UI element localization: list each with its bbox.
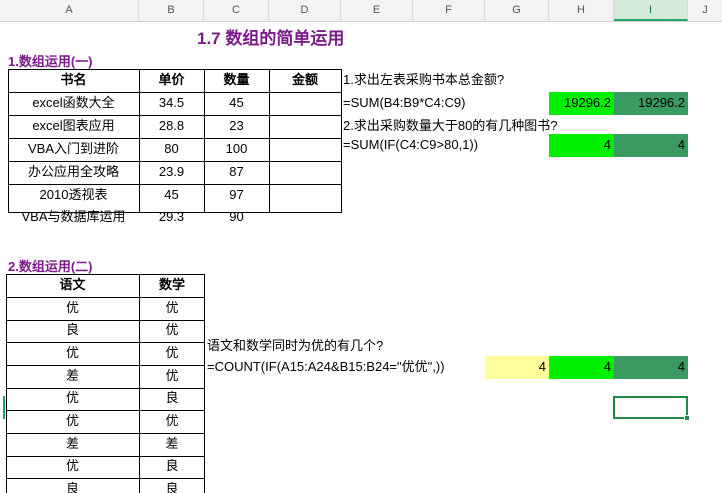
- table-cell[interactable]: 优: [6, 342, 139, 365]
- formula-both-excellent[interactable]: =COUNT(IF(A15:A24&B15:B24="优优",)): [205, 356, 485, 379]
- table-cell[interactable]: 23: [204, 115, 269, 138]
- column-header-h[interactable]: H: [549, 0, 614, 21]
- result-both-excellent-i[interactable]: 4: [614, 356, 688, 379]
- result-both-excellent-h[interactable]: 4: [549, 356, 614, 379]
- result-qty-over-80-h[interactable]: 4: [549, 134, 614, 157]
- header-math[interactable]: 数学: [139, 274, 205, 297]
- table-cell[interactable]: excel函数大全: [8, 92, 139, 115]
- column-header-d[interactable]: D: [269, 0, 341, 21]
- section1-label: 1.数组运用(一): [8, 54, 93, 69]
- table-cell[interactable]: 优: [139, 319, 205, 342]
- question-total-amount[interactable]: 1.求出左表采购书本总金额?: [341, 69, 601, 92]
- formula-qty-over-80[interactable]: =SUM(IF(C4:C9>80,1)): [341, 134, 549, 157]
- column-header-j[interactable]: J: [688, 0, 722, 21]
- table-cell[interactable]: 100: [204, 138, 269, 161]
- column-header-g[interactable]: G: [485, 0, 549, 21]
- table-cell[interactable]: 80: [139, 138, 204, 161]
- table-cell[interactable]: 良: [139, 478, 205, 493]
- table-cell[interactable]: 45: [139, 184, 204, 207]
- result-qty-over-80-i[interactable]: 4: [614, 134, 688, 157]
- column-header-f[interactable]: F: [413, 0, 485, 21]
- result-total-amount-i[interactable]: 19296.2: [614, 92, 688, 115]
- column-header-i[interactable]: I: [614, 0, 688, 21]
- column-header-c[interactable]: C: [204, 0, 269, 21]
- table-cell[interactable]: 45: [204, 92, 269, 115]
- table-cell[interactable]: 23.9: [139, 161, 204, 184]
- table-cell[interactable]: [269, 138, 341, 161]
- table-cell[interactable]: 办公应用全攻略: [8, 161, 139, 184]
- table-cell[interactable]: 良: [6, 478, 139, 493]
- table-cell[interactable]: 差: [6, 433, 139, 456]
- row-selection-marker: [3, 396, 5, 419]
- table-cell[interactable]: excel图表应用: [8, 115, 139, 138]
- table-cell[interactable]: 90: [204, 206, 269, 229]
- header-quantity[interactable]: 数量: [204, 69, 269, 92]
- table-cell[interactable]: 29.3: [139, 206, 204, 229]
- header-amount[interactable]: 金额: [269, 69, 341, 92]
- formula-total-amount[interactable]: =SUM(B4:B9*C4:C9): [341, 92, 549, 115]
- table-cell[interactable]: [269, 184, 341, 207]
- table-cell[interactable]: 87: [204, 161, 269, 184]
- column-header-a[interactable]: A: [0, 0, 139, 21]
- table-cell[interactable]: [269, 92, 341, 115]
- table-cell[interactable]: 优: [6, 297, 139, 320]
- section2-label: 2.数组运用(二): [8, 259, 93, 274]
- table-cell[interactable]: 优: [6, 410, 139, 433]
- table-cell[interactable]: 优: [6, 387, 139, 410]
- table-cell[interactable]: 34.5: [139, 92, 204, 115]
- column-header-b[interactable]: B: [139, 0, 204, 21]
- table-cell[interactable]: 优: [139, 297, 205, 320]
- header-unit-price[interactable]: 单价: [139, 69, 204, 92]
- table-cell[interactable]: 28.8: [139, 115, 204, 138]
- table-cell[interactable]: 优: [6, 455, 139, 478]
- sheet-title: 1.7 数组的简单运用: [197, 29, 345, 48]
- table-cell[interactable]: VBA入门到进阶: [8, 138, 139, 161]
- question-both-excellent[interactable]: 语文和数学同时为优的有几个?: [205, 335, 465, 358]
- table-cell[interactable]: VBA与数据库运用: [8, 206, 139, 229]
- table-cell[interactable]: 97: [204, 184, 269, 207]
- table-cell[interactable]: 差: [6, 365, 139, 388]
- column-header-e[interactable]: E: [341, 0, 413, 21]
- header-chinese[interactable]: 语文: [6, 274, 139, 297]
- table-cell[interactable]: 优: [139, 342, 205, 365]
- fill-handle[interactable]: [684, 415, 690, 421]
- result-total-amount-h[interactable]: 19296.2: [549, 92, 614, 115]
- column-header-bar: A B C D E F G H I J: [0, 0, 722, 22]
- table-cell[interactable]: 差: [139, 433, 205, 456]
- header-book-name[interactable]: 书名: [8, 69, 139, 92]
- table-cell[interactable]: 优: [139, 365, 205, 388]
- table-cell[interactable]: [269, 206, 341, 229]
- table-cell[interactable]: 2010透视表: [8, 184, 139, 207]
- table-cell[interactable]: 优: [139, 410, 205, 433]
- table-cell[interactable]: 良: [139, 387, 205, 410]
- active-cell-selection[interactable]: [613, 396, 690, 421]
- result-both-excellent-g[interactable]: 4: [485, 356, 549, 379]
- table-cell[interactable]: [269, 161, 341, 184]
- table-cell[interactable]: 良: [139, 455, 205, 478]
- table-cell[interactable]: 良: [6, 319, 139, 342]
- table-cell[interactable]: [269, 115, 341, 138]
